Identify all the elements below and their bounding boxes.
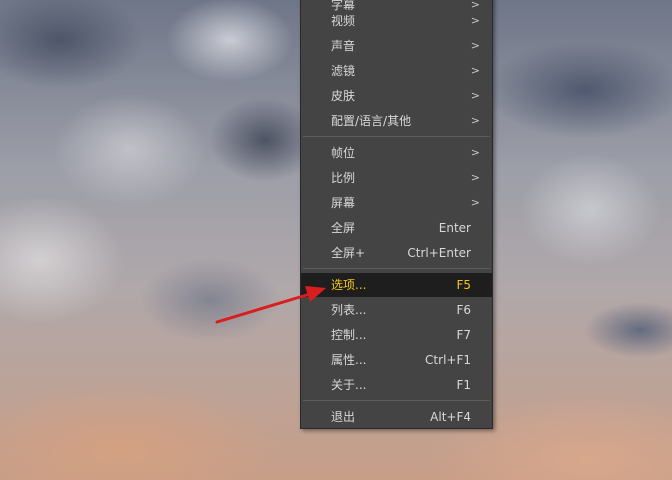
red-arrow-pointer-icon xyxy=(215,286,326,324)
